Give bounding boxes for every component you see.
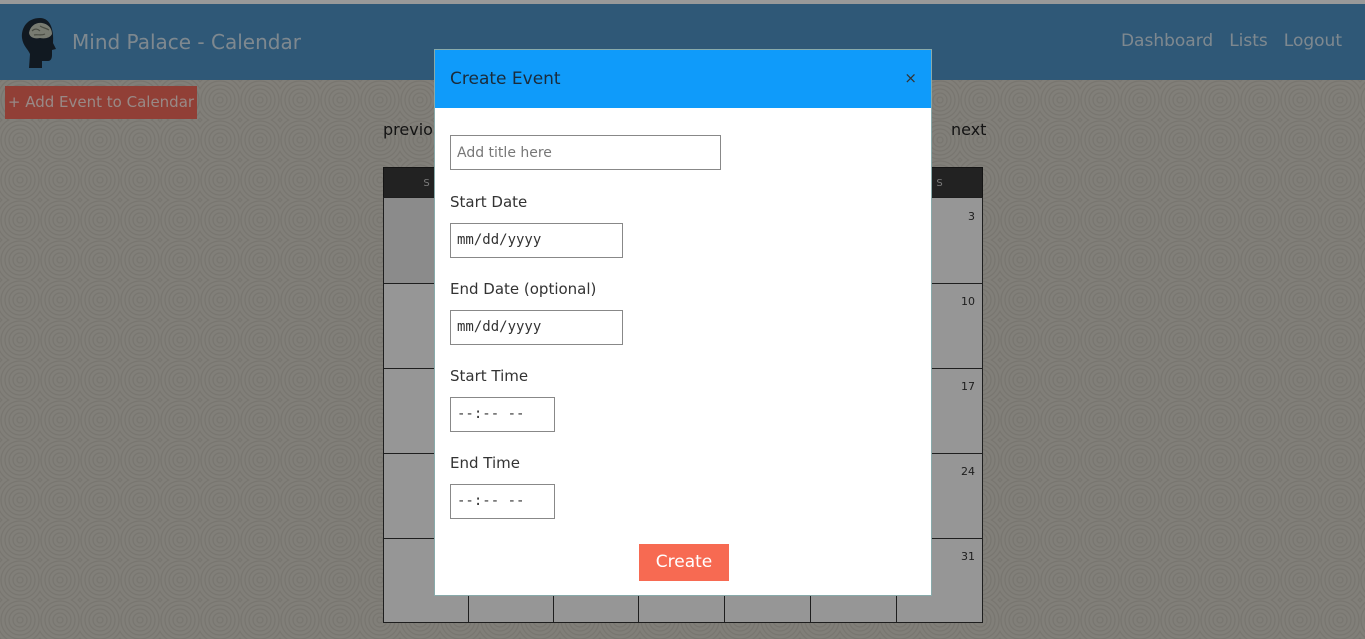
start-date-label: Start Date [450,193,528,211]
event-title-input[interactable] [450,135,721,170]
create-button[interactable]: Create [639,544,729,581]
start-time-input[interactable]: --:-- -- [450,397,555,432]
start-date-input[interactable]: mm/dd/yyyy [450,223,623,258]
modal-title: Create Event [450,69,561,89]
start-time-label: Start Time [450,367,529,385]
create-event-modal: Create Event × Start Date mm/dd/yyyy End… [434,49,932,596]
end-time-label: End Time [450,454,520,472]
end-time-input[interactable]: --:-- -- [450,484,555,519]
end-date-input[interactable]: mm/dd/yyyy [450,310,623,345]
close-icon[interactable]: × [904,69,917,87]
end-date-label: End Date (optional) [450,280,597,298]
modal-header: Create Event × [435,50,931,108]
